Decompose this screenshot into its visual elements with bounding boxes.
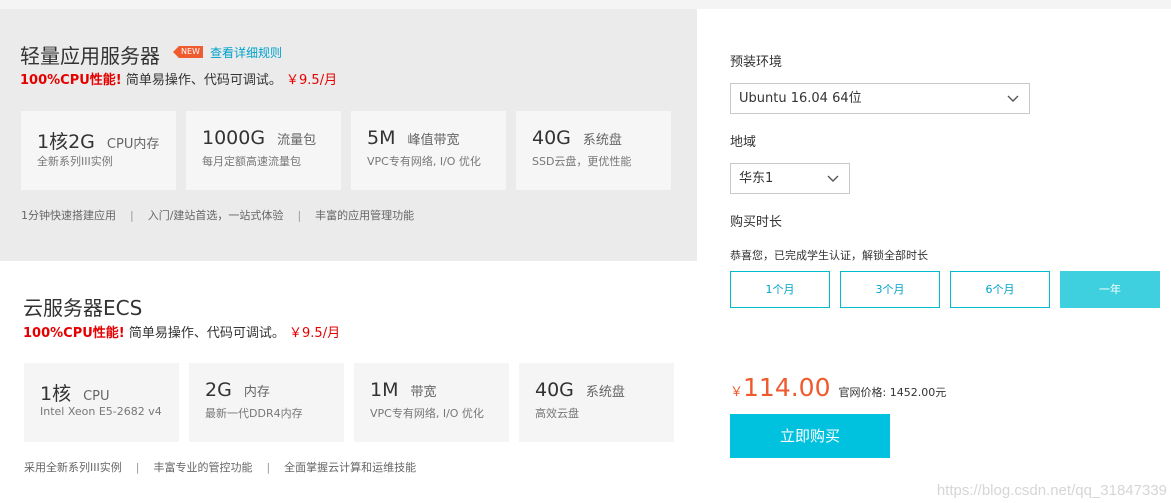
spec-card: 1M 带宽 VPC专有网络, I/O 优化 — [354, 363, 509, 442]
spec-value: 1000G — [202, 127, 266, 149]
feature-separator: | — [130, 209, 134, 222]
promo-line: 100%CPU性能! 简单易操作、代码可调试。 ￥9.5/月 — [20, 69, 337, 88]
feature-separator: | — [135, 461, 140, 474]
spec-desc: 最新一代DDR4内存 — [205, 407, 303, 420]
feature-item: 丰富专业的管控功能 — [153, 461, 253, 474]
feature-item: 采用全新系列III实例 — [24, 461, 122, 474]
feature-list: 1分钟快速搭建应用 | 入门/建站首选，一站式体验 | 丰富的应用管理功能 — [21, 207, 414, 223]
currency-symbol: ￥ — [730, 385, 744, 400]
spec-desc: SSD云盘，更优性能 — [532, 155, 632, 168]
spec-value: 1核 — [40, 383, 72, 405]
spec-card: 2G 内存 最新一代DDR4内存 — [189, 363, 344, 442]
duration-1-month-button[interactable]: 1个月 — [730, 271, 830, 308]
duration-label: 购买时长 — [730, 215, 783, 230]
promo-text: 简单易操作、代码可调试。 — [125, 73, 282, 88]
price-amount: 114.00 — [743, 373, 831, 402]
spec-value: 5M — [367, 127, 396, 149]
price-row: ￥114.00 官网价格: 1452.00元 — [730, 373, 946, 402]
promo-price: ￥9.5/月 — [289, 326, 341, 341]
spec-unit: 流量包 — [277, 133, 317, 148]
os-label: 预装环境 — [730, 55, 783, 70]
spec-card: 40G 系统盘 SSD云盘，更优性能 — [516, 111, 671, 190]
spec-card: 1核 CPU Intel Xeon E5-2682 v4 — [24, 363, 179, 442]
feature-separator: | — [266, 461, 271, 474]
spec-unit: 系统盘 — [582, 133, 622, 148]
spec-unit: CPU内存 — [106, 137, 160, 152]
region-label: 地域 — [730, 135, 757, 150]
region-select[interactable]: 华东1 — [730, 163, 850, 194]
feature-item: 全面掌握云计算和运维技能 — [284, 461, 417, 474]
watermark: https://blog.csdn.net/qq_31847339 — [936, 482, 1167, 499]
lightweight-server-card[interactable]: 轻量应用服务器 NEW 查看详细规则 100%CPU性能! 简单易操作、代码可调… — [0, 9, 697, 261]
ecs-server-card[interactable]: 云服务器ECS 100%CPU性能! 简单易操作、代码可调试。 ￥9.5/月 1… — [0, 261, 697, 503]
spec-value: 40G — [532, 127, 571, 149]
promo-text: 简单易操作、代码可调试。 — [128, 326, 285, 341]
spec-value: 1M — [370, 379, 399, 401]
promo-price: ￥9.5/月 — [286, 73, 338, 88]
duration-3-month-button[interactable]: 3个月 — [840, 271, 940, 308]
spec-value: 2G — [205, 379, 232, 401]
official-price: 官网价格: 1452.00元 — [838, 386, 947, 399]
product-title: 云服务器ECS — [23, 296, 143, 320]
buy-now-button[interactable]: 立即购买 — [730, 414, 890, 458]
spec-unit: 峰值带宽 — [407, 133, 460, 148]
feature-list: 采用全新系列III实例 | 丰富专业的管控功能 | 全面掌握云计算和运维技能 — [24, 459, 416, 475]
chevron-down-icon — [1007, 95, 1019, 102]
feature-item: 丰富的应用管理功能 — [315, 209, 415, 222]
spec-desc: Intel Xeon E5-2682 v4 — [40, 405, 162, 418]
promo-line: 100%CPU性能! 简单易操作、代码可调试。 ￥9.5/月 — [23, 322, 340, 341]
top-strip — [0, 0, 1171, 9]
feature-separator: | — [297, 209, 302, 222]
region-select-value: 华东1 — [739, 171, 774, 186]
new-badge: NEW — [173, 46, 203, 58]
product-title: 轻量应用服务器 — [20, 44, 160, 68]
view-rules-link[interactable]: 查看详细规则 — [210, 44, 282, 61]
os-select[interactable]: Ubuntu 16.04 64位 — [730, 83, 1030, 114]
spec-value: 1核2G — [37, 131, 95, 153]
duration-6-month-button[interactable]: 6个月 — [950, 271, 1050, 308]
spec-desc: VPC专有网络, I/O 优化 — [370, 407, 484, 420]
spec-desc: 高效云盘 — [535, 407, 579, 420]
spec-unit: CPU — [83, 389, 110, 404]
spec-card: 5M 峰值带宽 VPC专有网络, I/O 优化 — [351, 111, 506, 190]
spec-card: 1核2G CPU内存 全新系列III实例 — [21, 111, 176, 190]
spec-card: 40G 系统盘 高效云盘 — [519, 363, 674, 442]
spec-card: 1000G 流量包 每月定额高速流量包 — [186, 111, 341, 190]
spec-desc: 每月定额高速流量包 — [202, 155, 301, 168]
spec-unit: 带宽 — [410, 385, 437, 400]
feature-item: 1分钟快速搭建应用 — [21, 209, 116, 222]
promo-highlight: 100%CPU性能! — [23, 326, 125, 341]
os-select-value: Ubuntu 16.04 64位 — [739, 91, 862, 106]
order-panel: 预装环境 Ubuntu 16.04 64位 地域 华东1 购买时长 恭喜您，已完… — [697, 9, 1171, 503]
spec-unit: 内存 — [243, 385, 270, 400]
spec-unit: 系统盘 — [585, 385, 625, 400]
promo-highlight: 100%CPU性能! — [20, 73, 122, 88]
spec-desc: VPC专有网络, I/O 优化 — [367, 155, 481, 168]
duration-1-year-button[interactable]: 一年 — [1060, 271, 1160, 308]
spec-value: 40G — [535, 379, 574, 401]
feature-item: 入门/建站首选，一站式体验 — [147, 209, 284, 222]
spec-desc: 全新系列III实例 — [37, 155, 113, 168]
student-notice: 恭喜您，已完成学生认证，解锁全部时长 — [730, 249, 928, 262]
chevron-down-icon — [827, 175, 839, 182]
